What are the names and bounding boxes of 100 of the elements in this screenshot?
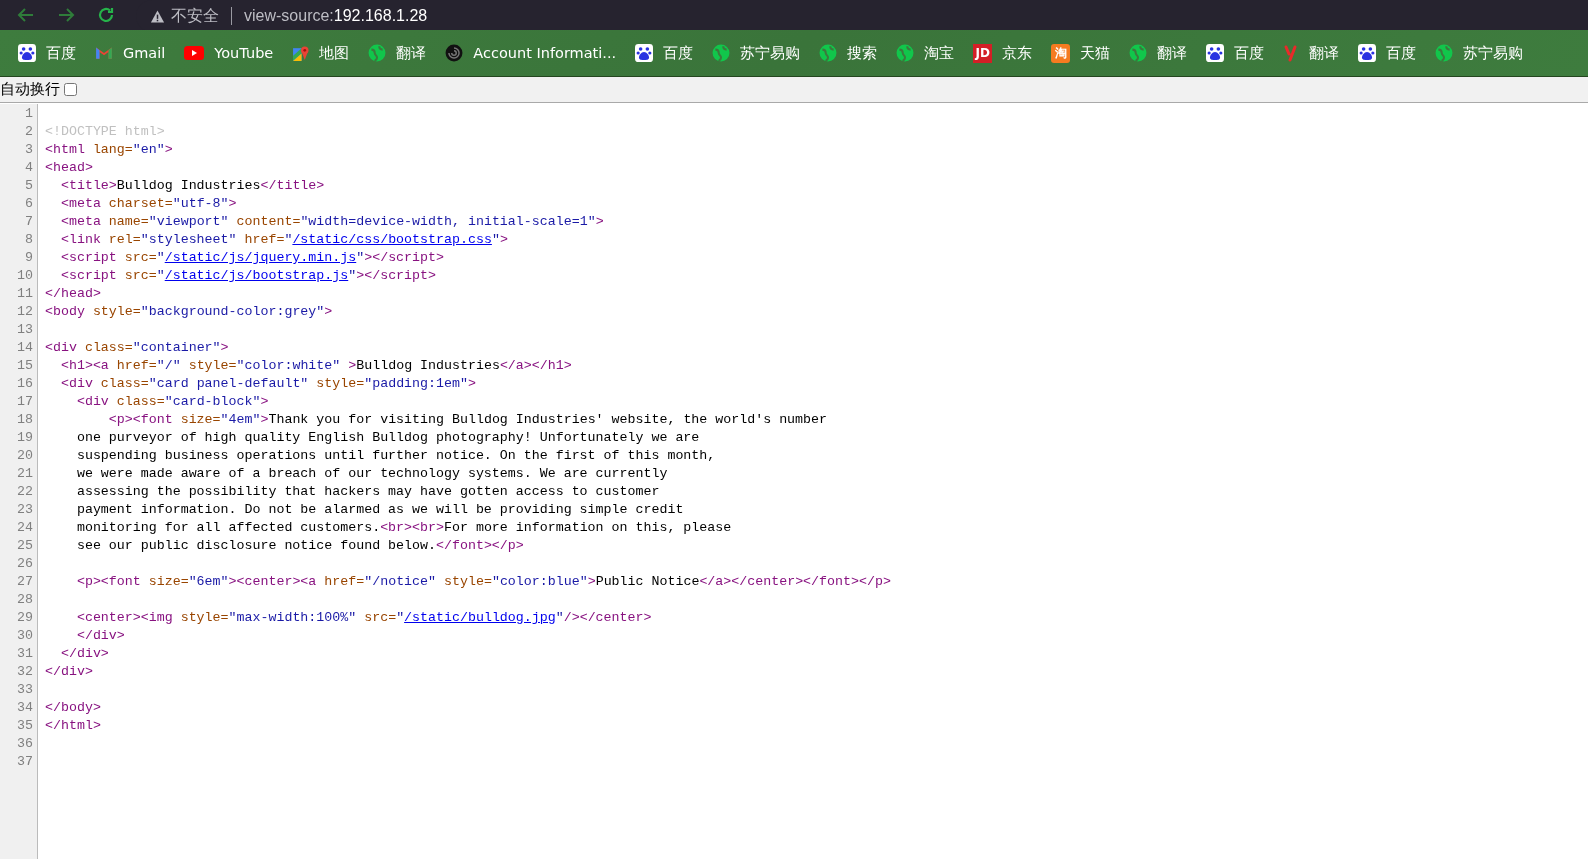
line-number: 29 [16, 609, 34, 627]
line-number: 21 [16, 465, 34, 483]
logo-icon: 淘 [1051, 43, 1071, 63]
line-number: 31 [16, 645, 34, 663]
security-label: 不安全 [171, 5, 219, 27]
line-number: 16 [16, 375, 34, 393]
line-wrap-checkbox[interactable] [64, 83, 77, 96]
code-line: </html> [45, 717, 102, 735]
line-number: 22 [16, 483, 34, 501]
line-number: 13 [16, 321, 34, 339]
bookmark-item[interactable]: JD 京东 [973, 43, 1033, 63]
warning-icon [150, 8, 165, 24]
line-number: 37 [16, 753, 34, 771]
source-link[interactable]: /static/css/bootstrap.css [292, 232, 492, 247]
code-line: payment information. Do not be alarmed as we will be providing simple credit [75, 501, 685, 519]
url-text: view-source:192.168.1.28 [244, 7, 428, 25]
bookmark-item[interactable]: Gmail [95, 45, 166, 61]
play-icon [184, 46, 205, 60]
globe-icon [368, 44, 387, 62]
code-text: " [356, 250, 365, 265]
line-number: 8 [24, 231, 34, 249]
line-number: 36 [16, 735, 34, 753]
code-text: > [499, 232, 508, 247]
paw-icon [18, 44, 36, 62]
code-line: one purveyor of high quality English Bulldog photography! Unfortunately we are [75, 429, 701, 447]
logo-icon: JD [973, 43, 993, 63]
bookmark-item[interactable]: 百度 [1206, 43, 1265, 63]
code-line: <meta charset="utf-8"> [59, 195, 238, 213]
code-line: </head> [45, 285, 102, 303]
swirl-icon [445, 44, 464, 62]
bookmark-item[interactable]: 苏宁易购 [712, 43, 801, 63]
line-number: 2 [24, 123, 34, 141]
envelope-icon [95, 46, 113, 60]
line-number: 20 [16, 447, 34, 465]
globe-icon [712, 44, 731, 62]
bookmark-item[interactable]: 百度 [635, 43, 694, 63]
map-pin-icon [292, 44, 310, 62]
paw-icon [1358, 44, 1377, 62]
line-number: 6 [24, 195, 34, 213]
line-number: 19 [16, 429, 34, 447]
line-number: 11 [16, 285, 34, 303]
code-text: src= [124, 250, 157, 265]
bookmark-item[interactable]: Account Informati... [445, 44, 617, 62]
globe-icon [1435, 44, 1454, 62]
line-number: 17 [16, 393, 34, 411]
code-text: rel= [108, 232, 141, 247]
bookmark-item[interactable]: 淘宝 [896, 43, 955, 63]
bookmark-item[interactable]: 翻译 [1129, 43, 1188, 63]
line-number: 27 [16, 573, 34, 591]
bookmark-item[interactable]: 地图 [292, 43, 350, 63]
line-number: 23 [16, 501, 34, 519]
line-number: 7 [24, 213, 34, 231]
paw-icon [635, 44, 654, 62]
line-number: 14 [16, 339, 34, 357]
code-line: <div class="container"> [45, 339, 230, 357]
source-link[interactable]: /static/js/jquery.min.js [164, 250, 357, 265]
code-line: <head> [45, 159, 94, 177]
code-line: we were made aware of a breach of our technology systems. We are currently [75, 465, 669, 483]
source-link[interactable]: /static/bulldog.jpg [404, 610, 556, 625]
line-number: 12 [16, 303, 34, 321]
bookmark-item[interactable]: 翻译 [368, 43, 427, 63]
code-line: </div> [45, 663, 94, 681]
code-line: <meta name="viewport" content="width=device-width, initial-scale=1"> [59, 213, 605, 231]
globe-icon [819, 44, 838, 62]
line-number: 35 [16, 717, 34, 735]
code-text: style= [180, 610, 229, 625]
code-text: ></script> [356, 268, 436, 283]
code-text: <center><img [75, 610, 174, 625]
paw-icon [1206, 44, 1225, 62]
bookmark-item[interactable]: YouTube [184, 45, 274, 61]
code-text: <link [59, 232, 102, 247]
code-text: /></center> [563, 610, 652, 625]
code-text: src= [364, 610, 397, 625]
bookmark-item[interactable]: 百度 [18, 43, 76, 63]
globe-icon [1129, 44, 1148, 62]
line-number: 15 [16, 357, 34, 375]
source-link[interactable]: /static/js/bootstrap.js [164, 268, 349, 283]
code-text: "stylesheet" [140, 232, 238, 247]
code-line: assessing the possibility that hackers may have gotten access to customer [75, 483, 661, 501]
code-line: </div> [75, 627, 126, 645]
bookmark-item[interactable]: 淘 天猫 [1051, 43, 1111, 63]
code-text: " [348, 268, 357, 283]
line-number: 34 [16, 699, 34, 717]
line-number: 32 [16, 663, 34, 681]
reload-icon[interactable] [96, 5, 116, 25]
code-text: " [156, 250, 165, 265]
code-text: href= [244, 232, 285, 247]
code-line: <!DOCTYPE html> [45, 123, 166, 141]
line-wrap-option[interactable]: 自动换行 [0, 80, 77, 99]
line-number: 5 [24, 177, 34, 195]
bookmark-item[interactable]: 百度 [1358, 43, 1417, 63]
code-line: monitoring for all affected customers.<br><br>For more information on this, please [75, 519, 733, 537]
bookmark-item[interactable]: 苏宁易购 [1435, 43, 1524, 63]
bookmark-item[interactable]: 翻译 [1283, 43, 1340, 63]
code-line: see our public disclosure notice found below.</font></p> [75, 537, 525, 555]
bookmark-item[interactable]: 搜索 [819, 43, 878, 63]
code-text: " [284, 232, 293, 247]
code-text: " [555, 610, 564, 625]
code-line: <h1><a href="/" style="color:white" >Bulldog Industries</a></h1> [59, 357, 573, 375]
line-number: 24 [16, 519, 34, 537]
